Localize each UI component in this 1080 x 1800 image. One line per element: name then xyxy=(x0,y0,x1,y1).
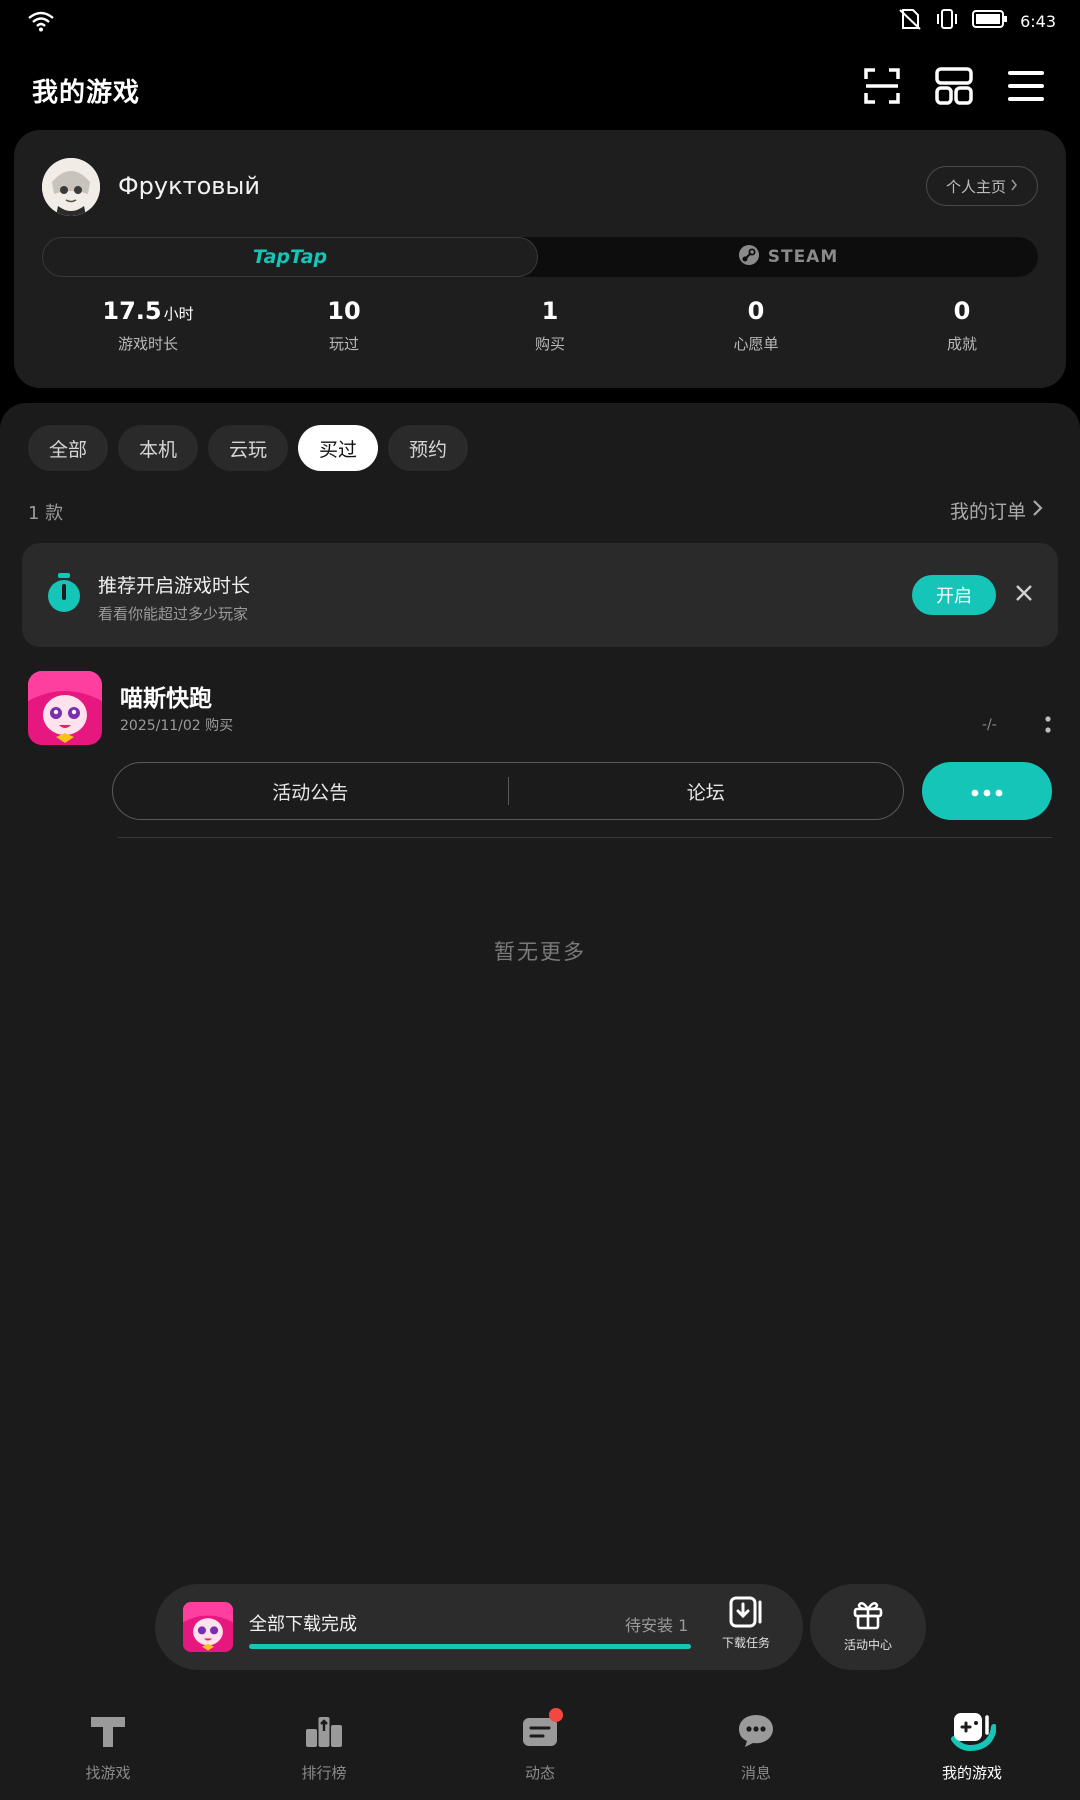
game-size: -/- xyxy=(982,717,997,733)
steam-tab-label: STEAM xyxy=(767,247,839,267)
scan-icon xyxy=(862,66,902,110)
top-header: 我的游戏 xyxy=(0,50,1080,126)
avatar[interactable] xyxy=(42,158,100,216)
banner-title: 推荐开启游戏时长 xyxy=(98,575,251,597)
steam-logo-icon xyxy=(738,244,760,271)
my-orders-link[interactable]: 我的订单 xyxy=(950,497,1044,524)
game-title[interactable]: 喵斯快跑 xyxy=(120,679,212,713)
more-vertical-icon[interactable] xyxy=(1044,715,1052,741)
nav-my-games[interactable]: 我的游戏 xyxy=(897,1708,1047,1783)
no-sim-icon xyxy=(898,8,922,34)
more-actions-button[interactable] xyxy=(922,762,1052,820)
playtime-banner: 推荐开启游戏时长 看看你能超过多少玩家 开启 xyxy=(22,543,1058,647)
stat-value: 17.5 xyxy=(102,297,162,325)
message-icon xyxy=(737,1713,775,1753)
stat-label: 心愿单 xyxy=(733,335,779,353)
nav-messages[interactable]: 消息 xyxy=(681,1708,831,1783)
banner-subtitle: 看看你能超过多少玩家 xyxy=(98,605,249,623)
download-task-label: 下载任务 xyxy=(721,1636,770,1650)
status-bar: 6:43 xyxy=(0,0,1080,44)
purchase-date: 2025/11/02 购买 xyxy=(120,718,234,734)
stat-played[interactable]: 10 玩过 xyxy=(264,297,424,354)
game-action-group: 活动公告 论坛 xyxy=(112,762,904,820)
filter-tab-all[interactable]: 全部 xyxy=(28,425,108,471)
notification-dot xyxy=(549,1708,563,1722)
nav-feed[interactable]: 动态 xyxy=(465,1708,615,1783)
nav-label: 消息 xyxy=(740,1764,771,1782)
game-app-icon[interactable] xyxy=(28,671,102,745)
my-orders-label: 我的订单 xyxy=(949,501,1026,523)
status-time: 6:43 xyxy=(1020,11,1056,31)
filter-tab-local[interactable]: 本机 xyxy=(118,425,198,471)
stat-achievements[interactable]: 0 成就 xyxy=(882,297,1042,354)
announcement-button[interactable]: 活动公告 xyxy=(113,763,508,819)
list-divider xyxy=(118,837,1052,838)
layout-button[interactable] xyxy=(930,64,978,112)
download-task-button[interactable]: 下载任务 xyxy=(711,1596,781,1651)
nav-ranking[interactable]: 排行榜 xyxy=(249,1708,399,1783)
nav-find-games[interactable]: 找游戏 xyxy=(33,1708,183,1783)
close-icon[interactable] xyxy=(1012,581,1036,609)
steam-tab[interactable]: STEAM xyxy=(538,237,1038,277)
gamepad-icon xyxy=(948,1709,997,1757)
download-progress-bar xyxy=(249,1644,691,1649)
stat-value: 10 xyxy=(327,297,361,325)
enable-playtime-button[interactable]: 开启 xyxy=(912,575,996,615)
battery-icon xyxy=(972,9,1008,33)
bottom-navigation: 找游戏 排行榜 动态 消息 我的游戏 xyxy=(0,1698,1080,1800)
pending-install-text: 待安装 1 xyxy=(625,1616,689,1635)
stopwatch-icon xyxy=(46,573,82,617)
profile-home-label: 个人主页 xyxy=(945,177,1006,196)
stat-label: 购买 xyxy=(534,335,565,353)
nav-label: 找游戏 xyxy=(85,1764,131,1782)
stat-value: 1 xyxy=(541,297,559,325)
platform-toggle: TapTap STEAM xyxy=(42,237,1038,277)
scan-button[interactable] xyxy=(858,64,906,112)
activity-center-label: 活动中心 xyxy=(843,1638,892,1652)
stat-label: 游戏时长 xyxy=(117,335,178,353)
profile-card: Фруктовый 个人主页 TapTap STEAM 17.5 小时 游戏时长 … xyxy=(14,130,1066,388)
stat-label: 玩过 xyxy=(328,335,359,353)
stat-value: 0 xyxy=(953,297,971,325)
download-progress-fill xyxy=(249,1644,691,1649)
stat-label: 成就 xyxy=(946,335,977,353)
taptap-logo-icon xyxy=(89,1713,127,1753)
wifi-icon xyxy=(28,10,54,36)
nav-label: 我的游戏 xyxy=(941,1764,1002,1782)
ranking-icon xyxy=(304,1713,344,1753)
stats-row: 17.5 小时 游戏时长 10 玩过 1 购买 0 心愿单 0 成就 xyxy=(14,297,1066,367)
more-horizontal-icon xyxy=(971,782,1003,801)
stat-wishlist[interactable]: 0 心愿单 xyxy=(676,297,836,354)
profile-home-button[interactable]: 个人主页 xyxy=(926,166,1038,206)
gift-icon xyxy=(852,1602,884,1634)
stat-unit: 小时 xyxy=(163,305,194,323)
chevron-right-icon xyxy=(1032,499,1044,522)
vibrate-icon xyxy=(934,8,960,34)
download-status-pill[interactable]: 全部下载完成 待安装 1 下载任务 xyxy=(155,1584,803,1670)
game-list-item: 喵斯快跑 2025/11/02 购买 -/- 活动公告 论坛 xyxy=(0,665,1080,845)
nav-label: 排行榜 xyxy=(301,1764,347,1782)
download-game-thumbnail xyxy=(183,1602,233,1652)
taptap-tab-label: TapTap xyxy=(252,246,328,268)
stat-value: 0 xyxy=(747,297,765,325)
username: Фруктовый xyxy=(118,172,260,200)
download-status-text: 全部下载完成 xyxy=(249,1614,357,1635)
stat-purchased[interactable]: 1 购买 xyxy=(470,297,630,354)
forum-button[interactable]: 论坛 xyxy=(509,763,904,819)
filter-tab-cloud[interactable]: 云玩 xyxy=(208,425,288,471)
no-more-text: 暂无更多 xyxy=(494,940,586,964)
menu-button[interactable] xyxy=(1002,64,1050,112)
grid-layout-icon xyxy=(934,66,974,110)
game-count: 1 款 xyxy=(28,503,64,524)
page-title: 我的游戏 xyxy=(32,78,141,108)
nav-label: 动态 xyxy=(524,1764,555,1782)
chevron-right-icon xyxy=(1010,177,1018,195)
filter-tab-reserved[interactable]: 预约 xyxy=(388,425,468,471)
taptap-tab[interactable]: TapTap xyxy=(42,237,538,277)
download-box-icon xyxy=(729,1596,763,1632)
activity-center-button[interactable]: 活动中心 xyxy=(810,1584,926,1670)
filter-tab-purchased[interactable]: 买过 xyxy=(298,425,378,471)
hamburger-icon xyxy=(1006,66,1046,110)
stat-playtime[interactable]: 17.5 小时 游戏时长 xyxy=(68,297,228,354)
